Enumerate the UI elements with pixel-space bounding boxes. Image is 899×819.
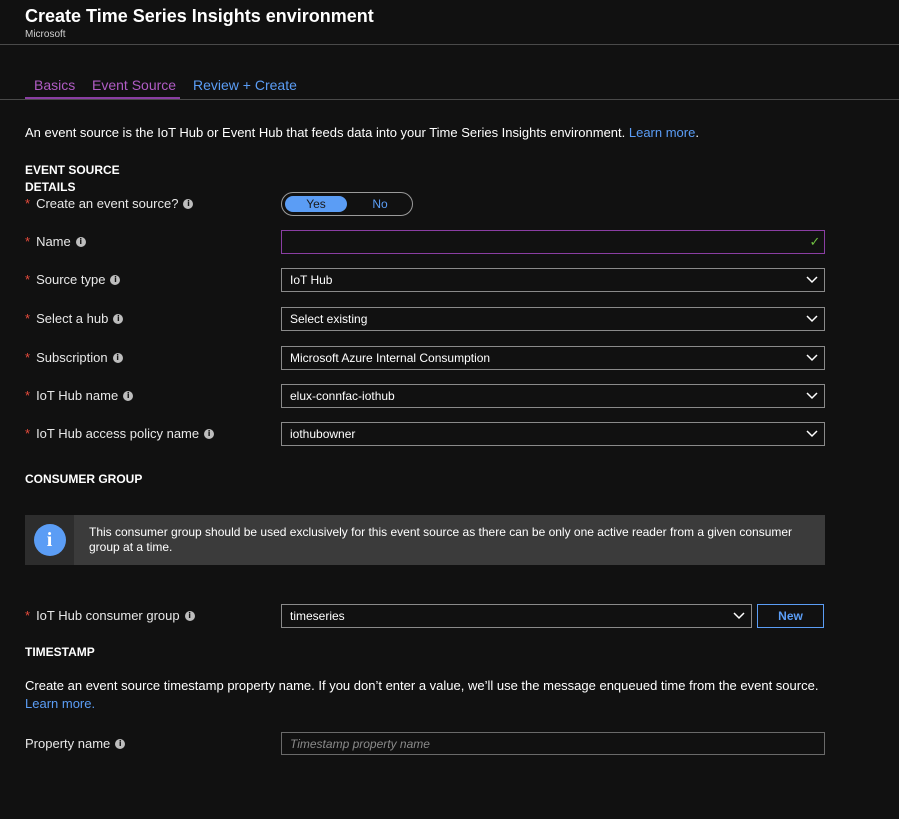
- info-icon[interactable]: i: [123, 390, 134, 401]
- info-icon[interactable]: i: [115, 738, 126, 749]
- required-marker: *: [25, 311, 31, 326]
- consumer-group-heading: CONSUMER GROUP: [25, 472, 143, 486]
- required-marker: *: [25, 234, 31, 249]
- info-circle-icon: i: [33, 524, 66, 556]
- select-hub-label-text: Select a hub: [36, 311, 109, 326]
- tab-basics[interactable]: Basics: [34, 77, 75, 93]
- consumer-group-label: * IoT Hub consumer group i: [25, 608, 195, 623]
- new-consumer-group-button[interactable]: New: [757, 604, 824, 628]
- required-marker: *: [25, 272, 31, 287]
- create-event-source-toggle[interactable]: Yes No: [281, 192, 413, 216]
- property-name-label: Property name i: [25, 736, 126, 751]
- intro-body: An event source is the IoT Hub or Event …: [25, 125, 629, 140]
- info-icon[interactable]: i: [110, 274, 121, 285]
- info-icon[interactable]: i: [204, 428, 215, 439]
- publisher-label: Microsoft: [25, 29, 66, 40]
- toggle-no-option[interactable]: No: [352, 196, 408, 212]
- required-marker: *: [25, 196, 31, 211]
- info-box-message: This consumer group should be used exclu…: [89, 525, 793, 554]
- iothub-name-label: * IoT Hub name i: [25, 388, 134, 403]
- access-policy-label-text: IoT Hub access policy name: [36, 426, 200, 441]
- required-marker: *: [25, 426, 31, 441]
- required-marker: *: [25, 608, 31, 623]
- page-title: Create Time Series Insights environment: [25, 6, 374, 26]
- consumer-group-info-box: i This consumer group should be used exc…: [25, 515, 825, 565]
- required-marker: *: [25, 350, 31, 365]
- property-name-label-text: Property name: [25, 736, 111, 751]
- subscription-value: Microsoft Azure Internal Consumption: [290, 351, 491, 365]
- chevron-down-icon: [727, 605, 751, 627]
- info-icon[interactable]: i: [183, 198, 194, 209]
- source-type-label-text: Source type: [36, 272, 106, 287]
- iothub-name-dropdown[interactable]: elux-connfac-iothub: [281, 384, 825, 408]
- chevron-down-icon: [800, 308, 824, 330]
- chevron-down-icon: [800, 269, 824, 291]
- subscription-dropdown[interactable]: Microsoft Azure Internal Consumption: [281, 346, 825, 370]
- create-event-source-label: * Create an event source? i: [25, 196, 194, 211]
- source-type-dropdown[interactable]: IoT Hub: [281, 268, 825, 292]
- toggle-yes-option[interactable]: Yes: [285, 196, 347, 212]
- header-divider: [0, 44, 899, 45]
- select-hub-dropdown[interactable]: Select existing: [281, 307, 825, 331]
- chevron-down-icon: [800, 385, 824, 407]
- info-icon[interactable]: i: [75, 236, 86, 247]
- event-source-heading-line1: EVENT SOURCE: [25, 163, 120, 177]
- chevron-down-icon: [800, 347, 824, 369]
- consumer-group-value: timeseries: [290, 609, 345, 623]
- select-hub-label: * Select a hub i: [25, 311, 124, 326]
- timestamp-description: Create an event source timestamp propert…: [25, 678, 819, 693]
- info-box-icon-cell: i: [25, 515, 74, 565]
- event-source-heading: EVENT SOURCE DETAILS: [25, 162, 120, 196]
- access-policy-value: iothubowner: [290, 427, 356, 441]
- learn-more-link[interactable]: Learn more: [629, 125, 695, 140]
- info-icon[interactable]: i: [113, 313, 124, 324]
- checkmark-icon: ✓: [809, 234, 821, 249]
- iothub-name-value: elux-connfac-iothub: [290, 389, 395, 403]
- intro-text: An event source is the IoT Hub or Event …: [25, 125, 699, 140]
- timestamp-learn-more-link[interactable]: Learn more.: [25, 696, 95, 711]
- property-name-placeholder[interactable]: Timestamp property name: [290, 737, 824, 751]
- create-event-source-text: Create an event source?: [36, 196, 179, 211]
- tab-review-create[interactable]: Review + Create: [193, 77, 297, 93]
- subscription-label: * Subscription i: [25, 350, 123, 365]
- property-name-input[interactable]: Timestamp property name: [281, 732, 825, 755]
- info-icon[interactable]: i: [184, 610, 195, 621]
- source-type-label: * Source type i: [25, 272, 121, 287]
- timestamp-heading: TIMESTAMP: [25, 645, 95, 659]
- name-input[interactable]: ✓: [281, 230, 825, 254]
- source-type-value: IoT Hub: [290, 273, 333, 287]
- access-policy-label: * IoT Hub access policy name i: [25, 426, 215, 441]
- tab-event-source[interactable]: Event Source: [92, 77, 176, 93]
- consumer-group-dropdown[interactable]: timeseries: [281, 604, 752, 628]
- intro-period: .: [695, 125, 699, 140]
- event-source-heading-line2: DETAILS: [25, 180, 76, 194]
- tabs-divider: [0, 99, 899, 100]
- info-icon[interactable]: i: [112, 352, 123, 363]
- select-hub-value: Select existing: [290, 312, 368, 326]
- consumer-group-label-text: IoT Hub consumer group: [36, 608, 180, 623]
- name-label-text: Name: [36, 234, 71, 249]
- required-marker: *: [25, 388, 31, 403]
- access-policy-dropdown[interactable]: iothubowner: [281, 422, 825, 446]
- subscription-label-text: Subscription: [36, 350, 108, 365]
- chevron-down-icon: [800, 423, 824, 445]
- iothub-name-label-text: IoT Hub name: [36, 388, 119, 403]
- name-label: * Name i: [25, 234, 86, 249]
